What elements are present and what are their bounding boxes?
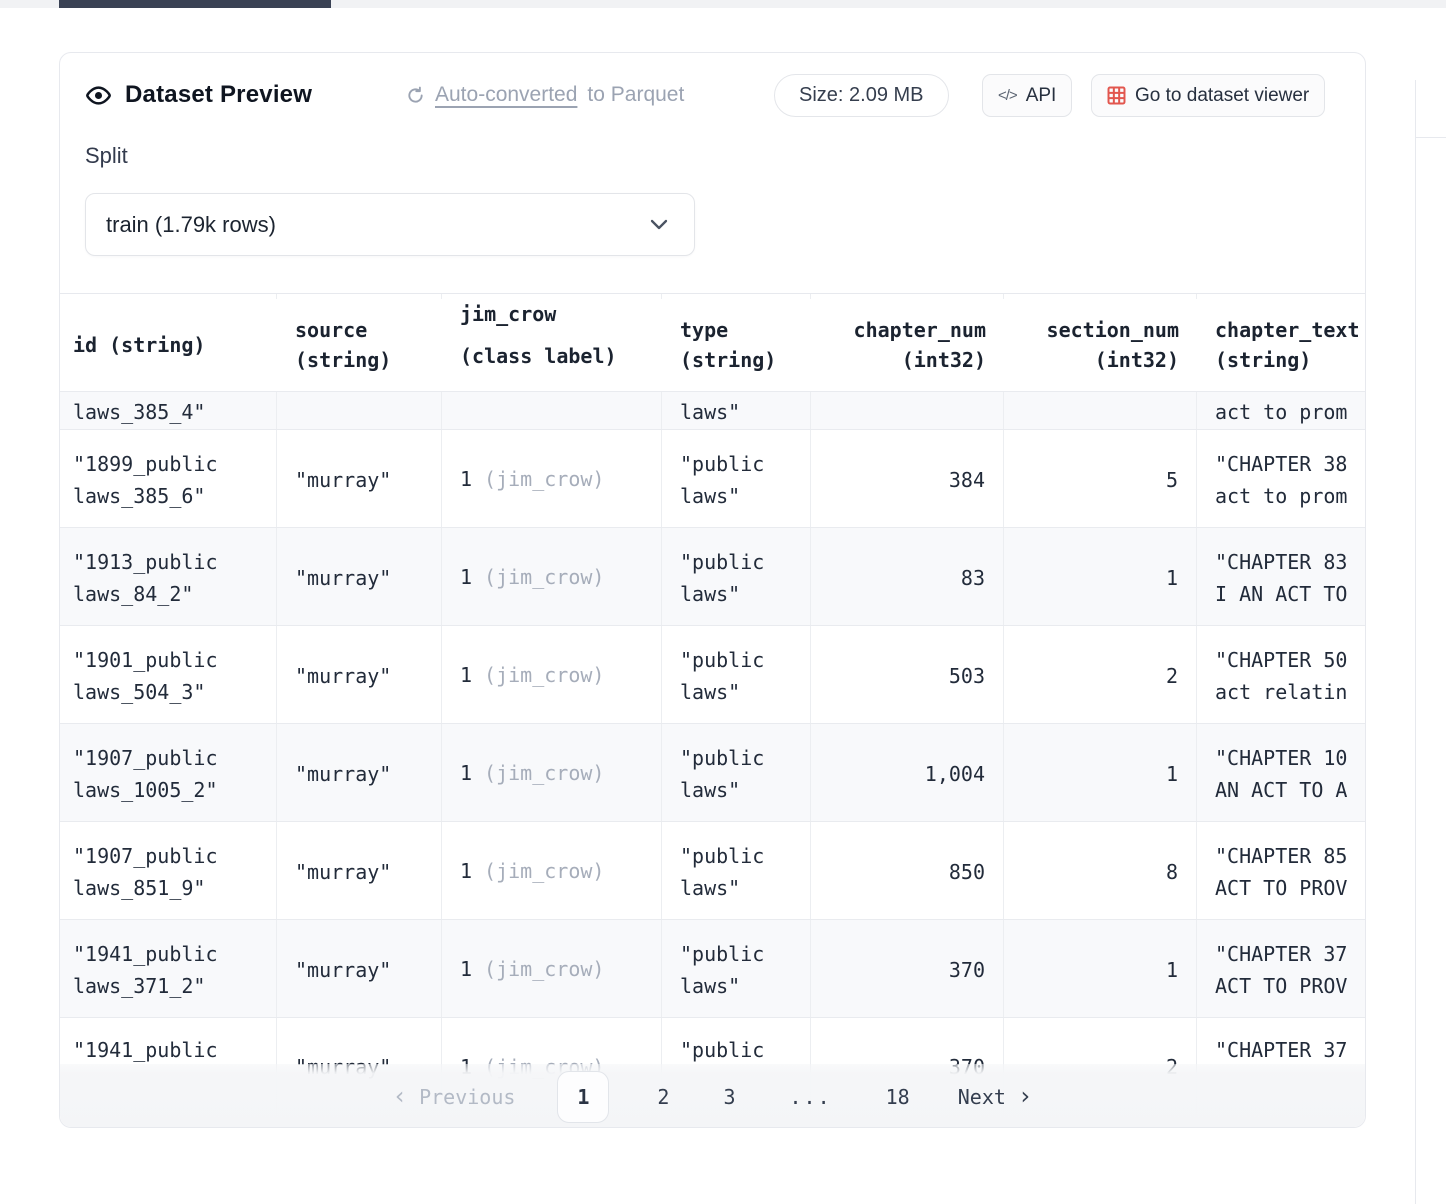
cell-chapter-text: "CHAPTER 37ACT TO PROV [1197, 920, 1366, 1017]
column-header-id[interactable]: id (string) [60, 299, 277, 391]
cell-id: "1907_publiclaws_851_9" [60, 822, 277, 919]
column-header-source[interactable]: source(string) [277, 299, 442, 391]
page: Dataset Preview Auto-converted to Parque… [0, 0, 1446, 1204]
eye-icon [85, 82, 112, 109]
split-selected-value: train (1.79k rows) [106, 212, 276, 238]
page-button-3[interactable]: 3 [717, 1081, 741, 1113]
cell-source: "murray" [277, 528, 442, 625]
cell-source: "murray" [277, 430, 442, 527]
column-header-chapter-num[interactable]: chapter_num(int32) [811, 299, 1004, 391]
page-button-1-current[interactable]: 1 [557, 1071, 609, 1123]
cell-id: "1901_publiclaws_504_3" [60, 626, 277, 723]
cell-jim-crow: 1(jim_crow) [442, 430, 662, 527]
split-select[interactable]: train (1.79k rows) [85, 193, 695, 256]
page-button-18[interactable]: 18 [880, 1081, 916, 1113]
cell-id: laws_385_4" [73, 396, 263, 428]
cell-chapter-text: "CHAPTER 10AN ACT TO A [1197, 724, 1366, 821]
cell-type: "publiclaws" [662, 920, 811, 1017]
table-row: "1907_publiclaws_851_9" "murray" 1(jim_c… [60, 822, 1366, 920]
cell-section-num: 1 [1004, 528, 1197, 625]
top-scroll-thumb[interactable] [59, 0, 331, 8]
pagination-bar: ‹ Previous 1 2 3 ... 18 Next › [60, 1064, 1365, 1128]
next-page-button[interactable]: Next › [958, 1085, 1033, 1109]
column-header-jim-crow[interactable]: jim_crow(class label) [442, 299, 662, 391]
next-label: Next [958, 1085, 1006, 1109]
chevron-down-icon [650, 219, 668, 230]
top-scroll-track [0, 0, 1446, 8]
cell-section-num: 5 [1004, 430, 1197, 527]
cell-id: "1941_publiclaws_371_2" [60, 920, 277, 1017]
go-to-dataset-viewer-button[interactable]: Go to dataset viewer [1091, 74, 1325, 117]
table-grid-icon [1107, 86, 1126, 105]
cell-chapter-num: 384 [811, 430, 1004, 527]
cell-chapter-num: 503 [811, 626, 1004, 723]
cell-jim-crow: 1(jim_crow) [442, 724, 662, 821]
cell-jim-crow: 1(jim_crow) [442, 626, 662, 723]
cell-source: "murray" [277, 920, 442, 1017]
cell-type: "publiclaws" [662, 724, 811, 821]
cell-id: "1899_publiclaws_385_6" [60, 430, 277, 527]
cell-chapter-text: "CHAPTER 50act relatin [1197, 626, 1366, 723]
cell-chapter-num: 370 [811, 920, 1004, 1017]
auto-converted-note: Auto-converted to Parquet [406, 83, 684, 107]
cell-section-num: 8 [1004, 822, 1197, 919]
chevron-right-icon: › [1018, 1084, 1032, 1108]
cell-chapter-text: act to prom [1215, 396, 1366, 428]
table-row: "1901_publiclaws_504_3" "murray" 1(jim_c… [60, 626, 1366, 724]
page-button-2[interactable]: 2 [651, 1081, 675, 1113]
api-button-label: API [1026, 85, 1057, 107]
right-panel-top-border [1415, 137, 1446, 138]
previous-label: Previous [419, 1085, 515, 1109]
viewer-button-label: Go to dataset viewer [1135, 85, 1309, 107]
cell-chapter-text: "CHAPTER 38act to prom [1197, 430, 1366, 527]
cell-chapter-text: "CHAPTER 83I AN ACT TO [1197, 528, 1366, 625]
cell-id: "1913_publiclaws_84_2" [60, 528, 277, 625]
cell-id: "1907_publiclaws_1005_2" [60, 724, 277, 821]
chevron-left-icon: ‹ [393, 1084, 407, 1108]
cell-section-num: 1 [1004, 724, 1197, 821]
table-row: "1913_publiclaws_84_2" "murray" 1(jim_cr… [60, 528, 1366, 626]
auto-converted-suffix: to Parquet [587, 83, 684, 107]
table-row: "1907_publiclaws_1005_2" "murray" 1(jim_… [60, 724, 1366, 822]
cell-section-num: 1 [1004, 920, 1197, 1017]
size-badge: Size: 2.09 MB [774, 74, 949, 117]
table-row: "1899_publiclaws_385_6" "murray" 1(jim_c… [60, 430, 1366, 528]
column-header-chapter-text[interactable]: chapter_text(string) [1197, 299, 1366, 391]
code-icon: </> [998, 87, 1017, 104]
cell-section-num: 2 [1004, 626, 1197, 723]
dataset-preview-card: Dataset Preview Auto-converted to Parque… [59, 52, 1366, 1128]
cell-type: "publiclaws" [662, 626, 811, 723]
column-header-section-num[interactable]: section_num(int32) [1004, 299, 1197, 391]
column-header-type[interactable]: type(string) [662, 299, 811, 391]
cell-jim-crow: 1(jim_crow) [442, 920, 662, 1017]
table-row: "1941_publiclaws_371_2" "murray" 1(jim_c… [60, 920, 1366, 1018]
cell-type: "publiclaws" [662, 528, 811, 625]
previous-page-button[interactable]: ‹ Previous [393, 1085, 516, 1109]
auto-converted-link[interactable]: Auto-converted [435, 83, 577, 107]
cell-chapter-num: 850 [811, 822, 1004, 919]
title-wrap: Dataset Preview [85, 81, 312, 109]
page-ellipsis: ... [784, 1081, 838, 1113]
cell-chapter-num: 83 [811, 528, 1004, 625]
cell-jim-crow: 1(jim_crow) [442, 528, 662, 625]
refresh-icon [406, 86, 425, 105]
api-button[interactable]: </> API [982, 74, 1072, 117]
cell-source: "murray" [277, 626, 442, 723]
data-table: id (string) source(string) jim_crow(clas… [60, 293, 1366, 1128]
table-header-row: id (string) source(string) jim_crow(clas… [60, 299, 1366, 392]
cell-type: laws" [680, 396, 792, 428]
right-panel-border [1415, 80, 1446, 1204]
cell-type: "publiclaws" [662, 822, 811, 919]
cell-source: "murray" [277, 822, 442, 919]
cell-chapter-num: 1,004 [811, 724, 1004, 821]
cell-type: "publiclaws" [662, 430, 811, 527]
card-header: Dataset Preview Auto-converted to Parque… [60, 53, 1365, 137]
table-row-partial-top: laws_385_4" laws" act to prom [60, 392, 1366, 430]
cell-source: "murray" [277, 724, 442, 821]
split-label: Split [85, 143, 128, 169]
page-title: Dataset Preview [125, 81, 312, 109]
cell-jim-crow: 1(jim_crow) [442, 822, 662, 919]
cell-chapter-text: "CHAPTER 85ACT TO PROV [1197, 822, 1366, 919]
